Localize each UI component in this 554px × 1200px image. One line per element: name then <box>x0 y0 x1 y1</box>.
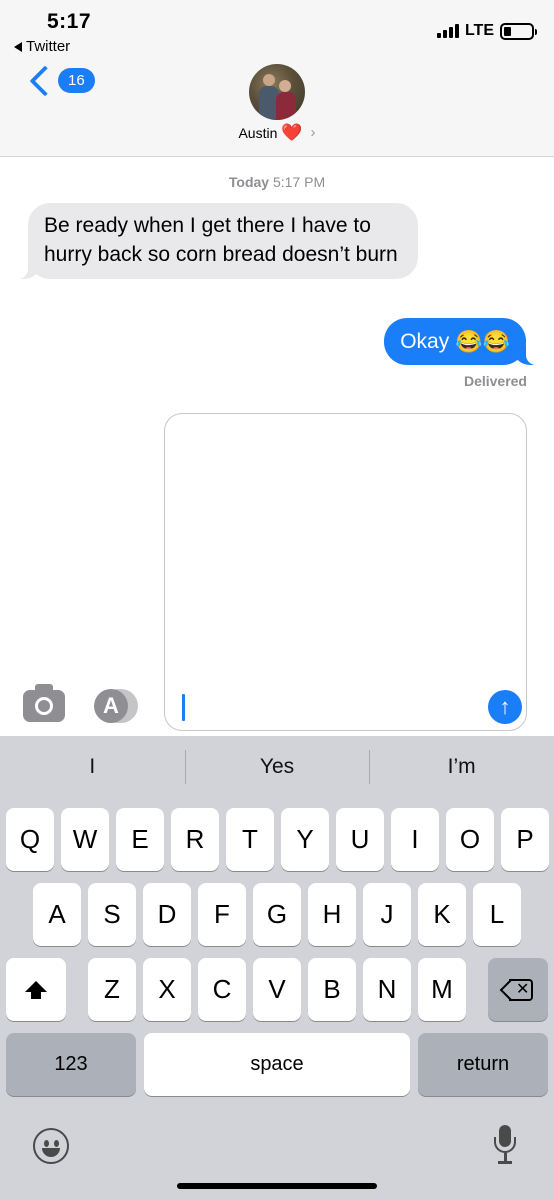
key-v[interactable]: V <box>253 958 301 1021</box>
incoming-message-bubble[interactable]: Be ready when I get there I have to hurr… <box>14 203 418 279</box>
conversation-header: 5:17 Twitter LTE 16 Austin ❤️ › <box>0 0 554 157</box>
chevron-right-icon: › <box>310 124 316 141</box>
timestamp-day: Today <box>228 174 270 190</box>
text-caret <box>182 694 185 721</box>
delivery-status: Delivered <box>463 373 527 389</box>
key-t[interactable]: T <box>226 808 274 871</box>
battery-icon <box>500 22 537 40</box>
outgoing-message-emoji: 😂😂 <box>455 328 510 354</box>
back-to-app-link[interactable]: Twitter <box>14 38 70 55</box>
app-store-icon[interactable]: A <box>94 689 138 723</box>
timestamp-time: 5:17 PM <box>272 174 326 190</box>
contact-name-button[interactable]: Austin ❤️ › <box>0 124 554 141</box>
unread-count-badge: 16 <box>58 68 95 93</box>
status-time: 5:17 <box>47 10 92 33</box>
message-timestamp: Today 5:17 PM <box>0 174 554 190</box>
key-r[interactable]: R <box>171 808 219 871</box>
key-g[interactable]: G <box>253 883 301 946</box>
key-u[interactable]: U <box>336 808 384 871</box>
camera-icon[interactable] <box>23 684 65 722</box>
key-p[interactable]: P <box>501 808 549 871</box>
heart-emoji: ❤️ <box>281 123 303 142</box>
backspace-icon: ✕ <box>499 978 533 1001</box>
space-key[interactable]: space <box>144 1033 410 1096</box>
key-q[interactable]: Q <box>6 808 54 871</box>
numbers-key[interactable]: 123 <box>6 1033 136 1096</box>
message-input[interactable]: ↑ <box>164 413 527 731</box>
key-k[interactable]: K <box>418 883 466 946</box>
network-label: LTE <box>464 22 494 39</box>
shift-key[interactable] <box>6 958 66 1021</box>
suggestion-2[interactable]: Yes <box>184 736 370 798</box>
back-triangle-icon <box>14 41 22 52</box>
key-o[interactable]: O <box>446 808 494 871</box>
microphone-icon[interactable] <box>493 1125 517 1165</box>
predictive-bar: I Yes I’m <box>0 736 554 798</box>
chevron-left-icon <box>29 64 61 97</box>
outgoing-message-text: Okay <box>400 329 450 353</box>
key-m[interactable]: M <box>418 958 466 1021</box>
key-b[interactable]: B <box>308 958 356 1021</box>
contact-name: Austin <box>238 124 278 141</box>
key-f[interactable]: F <box>198 883 246 946</box>
key-n[interactable]: N <box>363 958 411 1021</box>
key-w[interactable]: W <box>61 808 109 871</box>
back-button[interactable]: 16 <box>24 64 95 97</box>
key-z[interactable]: Z <box>88 958 136 1021</box>
key-a[interactable]: A <box>33 883 81 946</box>
suggestion-3[interactable]: I’m <box>369 736 554 798</box>
delete-key[interactable]: ✕ <box>488 958 548 1021</box>
key-e[interactable]: E <box>116 808 164 871</box>
key-j[interactable]: J <box>363 883 411 946</box>
key-s[interactable]: S <box>88 883 136 946</box>
contact-avatar[interactable] <box>249 64 305 120</box>
emoji-keyboard-icon[interactable] <box>33 1128 69 1164</box>
key-i[interactable]: I <box>391 808 439 871</box>
status-indicators: LTE <box>436 22 537 40</box>
return-key[interactable]: return <box>418 1033 548 1096</box>
suggestion-1[interactable]: I <box>0 736 185 798</box>
outgoing-message-bubble[interactable]: Okay 😂😂 <box>384 318 540 365</box>
key-h[interactable]: H <box>308 883 356 946</box>
signal-icon <box>436 24 459 38</box>
shift-arrow-icon <box>25 981 47 999</box>
key-c[interactable]: C <box>198 958 246 1021</box>
key-y[interactable]: Y <box>281 808 329 871</box>
home-indicator[interactable] <box>177 1183 377 1189</box>
back-app-label: Twitter <box>26 38 71 55</box>
send-arrow-icon[interactable]: ↑ <box>488 690 522 724</box>
key-l[interactable]: L <box>473 883 521 946</box>
key-d[interactable]: D <box>143 883 191 946</box>
key-x[interactable]: X <box>143 958 191 1021</box>
